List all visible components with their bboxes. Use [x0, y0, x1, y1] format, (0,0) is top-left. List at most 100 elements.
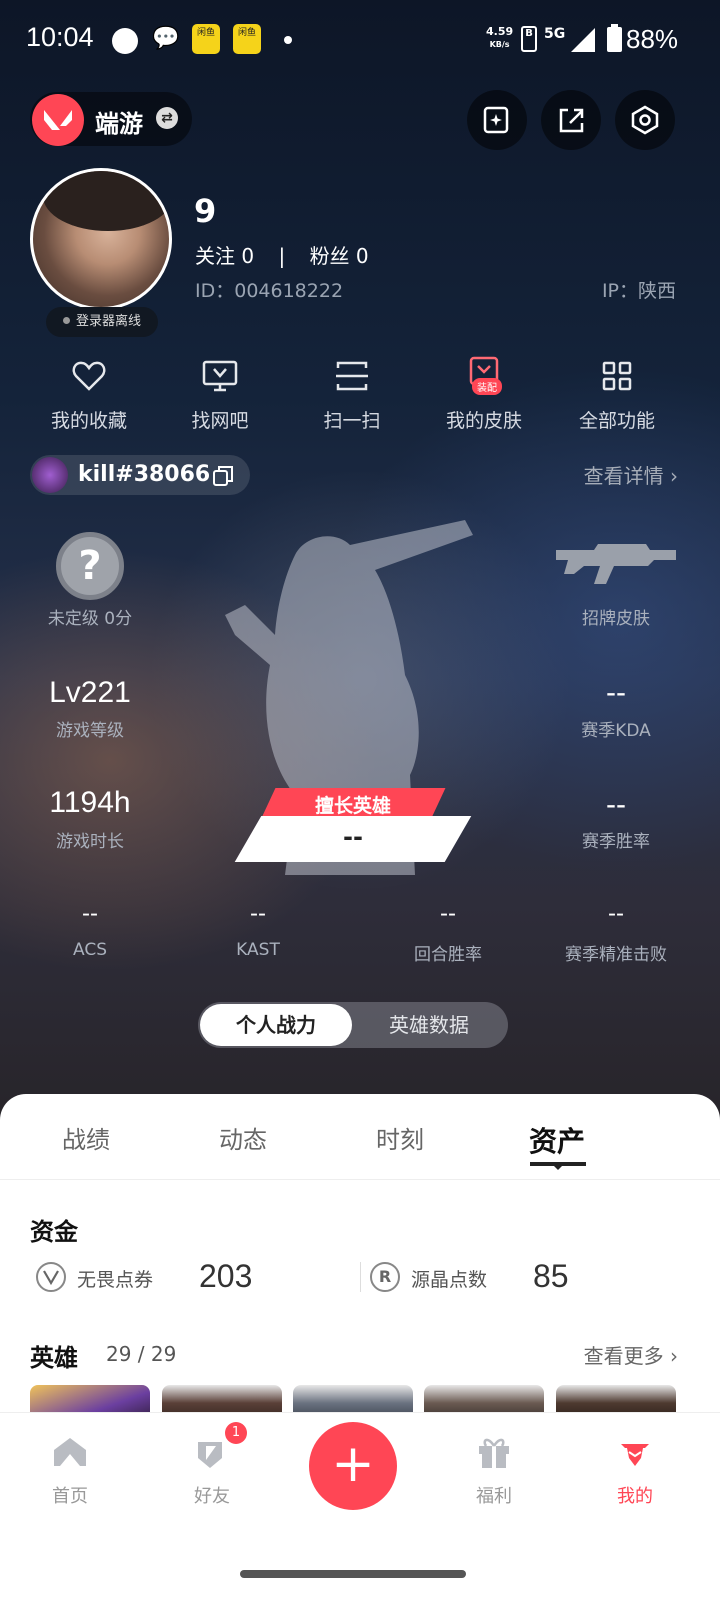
edit-card-button[interactable]: [467, 90, 527, 150]
kda-value: --: [606, 676, 626, 709]
home-indicator: [240, 1570, 466, 1578]
friends-notification-badge: 1: [225, 1422, 247, 1444]
playtime-label: 游戏时长: [56, 832, 124, 852]
skins-label: 我的皮肤: [445, 410, 522, 432]
playtime-value: 1194h: [49, 786, 131, 819]
tab-records[interactable]: 战绩: [26, 1120, 146, 1155]
follow-separator: |: [278, 244, 286, 268]
valorant-v-icon: [44, 110, 72, 130]
netcafe-action[interactable]: 找网吧: [155, 356, 285, 433]
heroes-count: 29 / 29: [106, 1342, 177, 1366]
round-winrate-value: --: [440, 900, 456, 927]
best-hero-title: 擅长英雄: [314, 795, 391, 817]
app-notification-icon: 闲鱼: [233, 24, 261, 54]
signature-skin-gun-icon[interactable]: [554, 540, 678, 588]
scan-action[interactable]: 扫一扫: [287, 356, 417, 433]
view-details-link[interactable]: 查看详情 ›: [584, 460, 678, 489]
avatar[interactable]: [30, 168, 172, 310]
funds-title: 资金: [30, 1218, 78, 1246]
monitor-icon: [200, 356, 240, 396]
swap-icon: ⇄: [156, 107, 178, 129]
heart-icon: [69, 356, 109, 396]
level-label: 游戏等级: [56, 721, 124, 741]
level-value: Lv221: [49, 676, 131, 709]
valorant-points-value: 203: [199, 1258, 253, 1294]
player-card-avatar: [32, 457, 68, 493]
share-button[interactable]: [541, 90, 601, 150]
nav-friends[interactable]: 好友: [162, 1432, 262, 1508]
radianite-points-label: 源晶点数: [411, 1269, 488, 1291]
add-post-button[interactable]: +: [309, 1422, 397, 1510]
heroes-title: 英雄: [30, 1344, 78, 1372]
tab-activity[interactable]: 动态: [183, 1120, 303, 1155]
battery-percent: 88%: [626, 24, 679, 54]
netcafe-label: 找网吧: [191, 410, 249, 432]
scan-icon: [332, 356, 372, 396]
sparkle-card-icon: [483, 106, 509, 134]
radianite-points-icon: R: [370, 1262, 400, 1292]
fans-count[interactable]: 粉丝 0: [310, 244, 369, 268]
settings-hexagon-icon: [631, 105, 659, 135]
winrate-value: --: [606, 788, 626, 821]
skins-badge: 装配: [472, 378, 502, 395]
battery-icon: [607, 27, 622, 52]
user-id: ID：004618222: [195, 280, 344, 302]
nav-mine[interactable]: 我的: [585, 1432, 685, 1508]
skin-box-icon: 装配: [464, 356, 504, 396]
wechat-icon: 💬: [152, 26, 180, 51]
copy-icon[interactable]: [212, 465, 234, 491]
nav-home[interactable]: 首页: [20, 1432, 120, 1508]
net-speed-unit: KB/s: [489, 40, 510, 49]
notification-dot-icon: [112, 28, 138, 54]
all-functions-label: 全部功能: [578, 410, 655, 432]
toggle-personal-power[interactable]: 个人战力: [200, 1004, 352, 1046]
avatar-hair: [43, 171, 169, 231]
scan-label: 扫一扫: [323, 410, 381, 432]
radianite-points-value: 85: [533, 1258, 569, 1294]
headshot-label: 赛季精准击败: [565, 945, 667, 965]
ip-location: IP：陕西: [601, 280, 676, 302]
toggle-hero-data[interactable]: 英雄数据: [352, 1004, 506, 1046]
player-riot-id: kill#38066: [78, 462, 211, 487]
valorant-logo-icon: [32, 94, 84, 146]
nav-home-label: 首页: [52, 1486, 88, 1507]
home-icon: [50, 1432, 90, 1472]
kda-label: 赛季KDA: [581, 721, 651, 741]
network-type: 5G: [544, 26, 566, 42]
settings-button[interactable]: [615, 90, 675, 150]
net-speed-value: 4.59: [486, 25, 514, 38]
game-mode-label: 端游: [95, 110, 143, 138]
acs-value: --: [82, 900, 98, 927]
follow-stats: 关注 0 | 粉丝 0: [195, 240, 369, 269]
signal-icon: [571, 28, 595, 52]
skins-action[interactable]: 装配 我的皮肤: [419, 356, 549, 433]
gift-icon: [474, 1432, 514, 1472]
following-count[interactable]: 关注 0: [195, 244, 254, 268]
favorites-label: 我的收藏: [50, 410, 127, 432]
username: 9: [194, 192, 217, 230]
chevron-down-icon: [550, 1162, 566, 1170]
tab-assets[interactable]: 资产: [497, 1120, 617, 1160]
hd-icon: B: [521, 26, 537, 52]
app-notification-icon: 闲鱼: [192, 24, 220, 54]
favorites-action[interactable]: 我的收藏: [24, 356, 154, 433]
nav-friends-label: 好友: [194, 1486, 230, 1507]
best-hero-value: --: [343, 823, 363, 851]
login-status-badge: 登录器离线: [46, 307, 158, 337]
status-time: 10:04: [26, 22, 94, 52]
kast-label: KAST: [236, 940, 280, 960]
nav-mine-label: 我的: [617, 1486, 653, 1507]
nav-welfare[interactable]: 福利: [444, 1432, 544, 1508]
rank-unranked-icon: ?: [56, 532, 124, 600]
kast-value: --: [250, 900, 266, 927]
funds-divider: [360, 1262, 361, 1292]
acs-label: ACS: [73, 940, 107, 960]
valorant-points-icon: [36, 1262, 66, 1292]
status-bar: 10:04 💬 闲鱼 闲鱼 4.59 KB/s B 5G 88%: [0, 0, 720, 80]
tab-moments[interactable]: 时刻: [340, 1120, 460, 1155]
view-more-link[interactable]: 查看更多 ›: [584, 1340, 678, 1369]
share-icon: [559, 108, 584, 133]
headshot-value: --: [608, 900, 624, 927]
signature-skin-label: 招牌皮肤: [582, 609, 650, 629]
all-functions-action[interactable]: 全部功能: [552, 356, 682, 433]
